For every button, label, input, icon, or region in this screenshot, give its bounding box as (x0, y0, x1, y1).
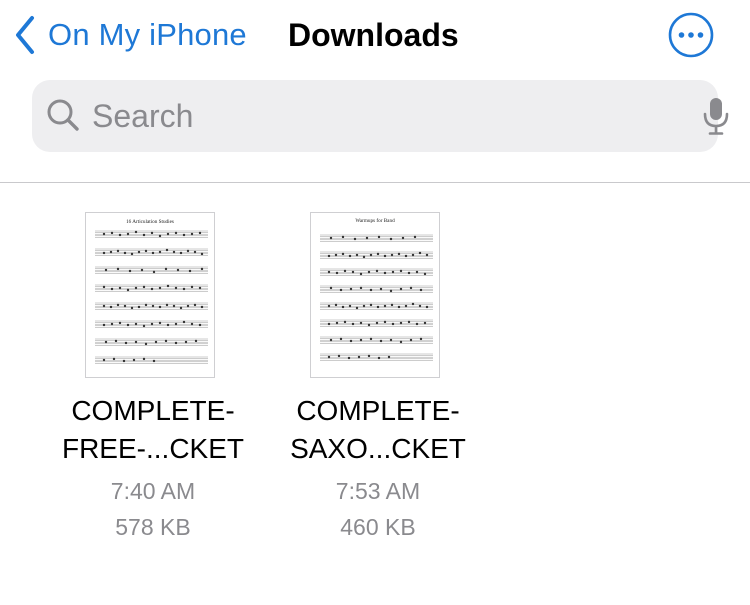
search-input[interactable] (92, 94, 672, 138)
file-item[interactable]: Warmups for Band COMPLETE- SAXO...CKET 7… (290, 200, 498, 560)
chevron-left-icon (16, 16, 34, 54)
search-bar[interactable] (32, 80, 729, 152)
file-name-line-1: COMPLETE- (71, 395, 235, 426)
sheet-music-icon: Warmups for Band (320, 217, 433, 361)
file-size: 460 KB (340, 514, 416, 540)
sheet-music-icon: 16 Articulation Studies (95, 219, 208, 364)
file-grid: 16 Articulation Studies COMPLETE- FREE-.… (0, 200, 750, 605)
navigation-bar: On My iPhone Downloads (0, 0, 750, 72)
page-title: Downloads (288, 17, 459, 53)
back-button[interactable]: On My iPhone (14, 13, 247, 57)
file-thumbnail: 16 Articulation Studies (85, 212, 215, 378)
microphone-icon[interactable] (702, 96, 730, 136)
file-thumbnail: Warmups for Band (310, 212, 440, 378)
thumbnail-title: 16 Articulation Studies (126, 219, 174, 225)
file-name-line-2: SAXO...CKET (290, 433, 466, 464)
file-item[interactable]: 16 Articulation Studies COMPLETE- FREE-.… (62, 200, 273, 560)
back-button-label: On My iPhone (48, 17, 247, 52)
thumbnail-title: Warmups for Band (355, 217, 395, 224)
file-name-line-1: COMPLETE- (296, 395, 460, 426)
magnifier-icon (47, 99, 79, 131)
file-size: 578 KB (115, 514, 191, 540)
ellipsis-circle-icon (668, 12, 714, 58)
more-options-button[interactable] (668, 12, 714, 58)
file-name-line-2: FREE-...CKET (61, 433, 244, 464)
file-time: 7:40 AM (110, 478, 196, 504)
divider (0, 182, 750, 183)
file-time: 7:53 AM (335, 478, 421, 504)
